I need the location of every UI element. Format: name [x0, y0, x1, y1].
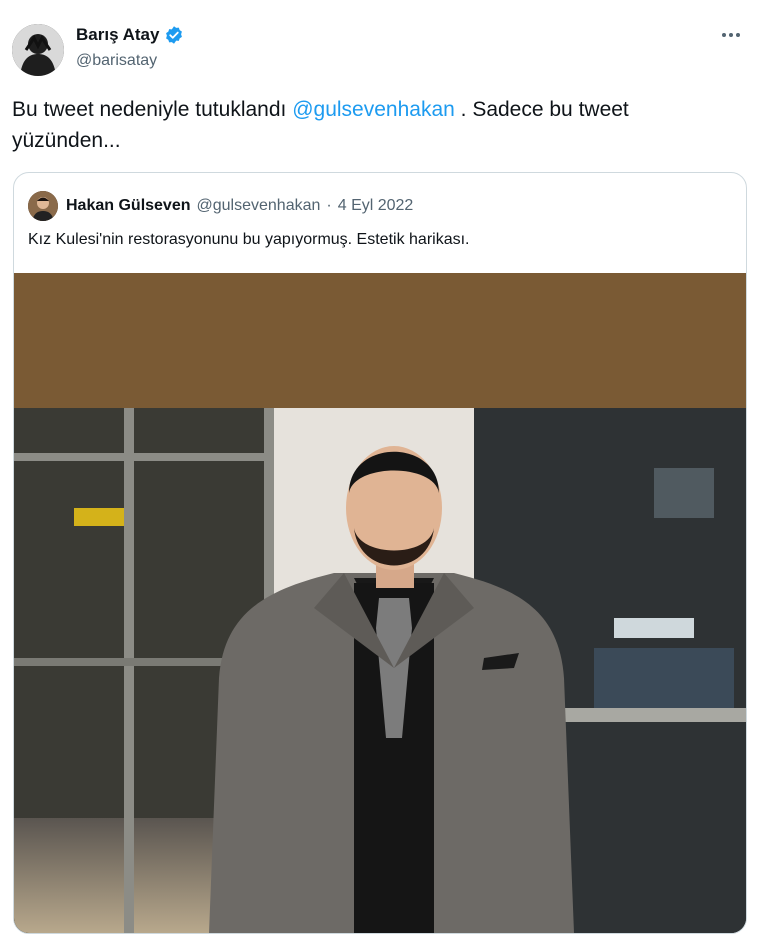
author-name[interactable]: Barış Atay [76, 25, 159, 45]
quoted-author-name[interactable]: Hakan Gülseven [66, 197, 191, 215]
more-options-icon[interactable] [716, 24, 746, 46]
quoted-tweet-card[interactable]: Hakan Gülseven @gulsevenhakan · 4 Eyl 20… [13, 172, 747, 934]
tweet-text: Bu tweet nedeniyle tutuklandı @gulsevenh… [12, 94, 742, 156]
quoted-date[interactable]: 4 Eyl 2022 [338, 197, 414, 215]
tweet-text-part1: Bu tweet nedeniyle tutuklandı [12, 98, 293, 121]
media-top-band [14, 273, 746, 408]
quoted-author-avatar[interactable] [28, 191, 58, 221]
photo-illustration [14, 408, 746, 933]
author-name-row: Barış Atay [76, 25, 184, 45]
author-handle[interactable]: @barisatay [76, 52, 157, 70]
quoted-tweet-text: Kız Kulesi'nin restorasyonunu bu yapıyor… [28, 231, 470, 248]
avatar[interactable] [12, 24, 64, 76]
verified-badge-icon [164, 25, 184, 45]
quoted-tweet-header: Hakan Gülseven @gulsevenhakan · 4 Eyl 20… [28, 191, 413, 221]
quoted-author-handle[interactable]: @gulsevenhakan [197, 197, 321, 215]
quoted-separator: · [326, 197, 332, 214]
mention-link[interactable]: @gulsevenhakan [292, 98, 455, 121]
quoted-tweet-media[interactable] [14, 273, 746, 933]
tweet: Barış Atay @barisatay Bu tweet nedeniyle… [0, 0, 760, 934]
avatar-image [12, 24, 64, 76]
media-photo[interactable] [14, 408, 746, 933]
